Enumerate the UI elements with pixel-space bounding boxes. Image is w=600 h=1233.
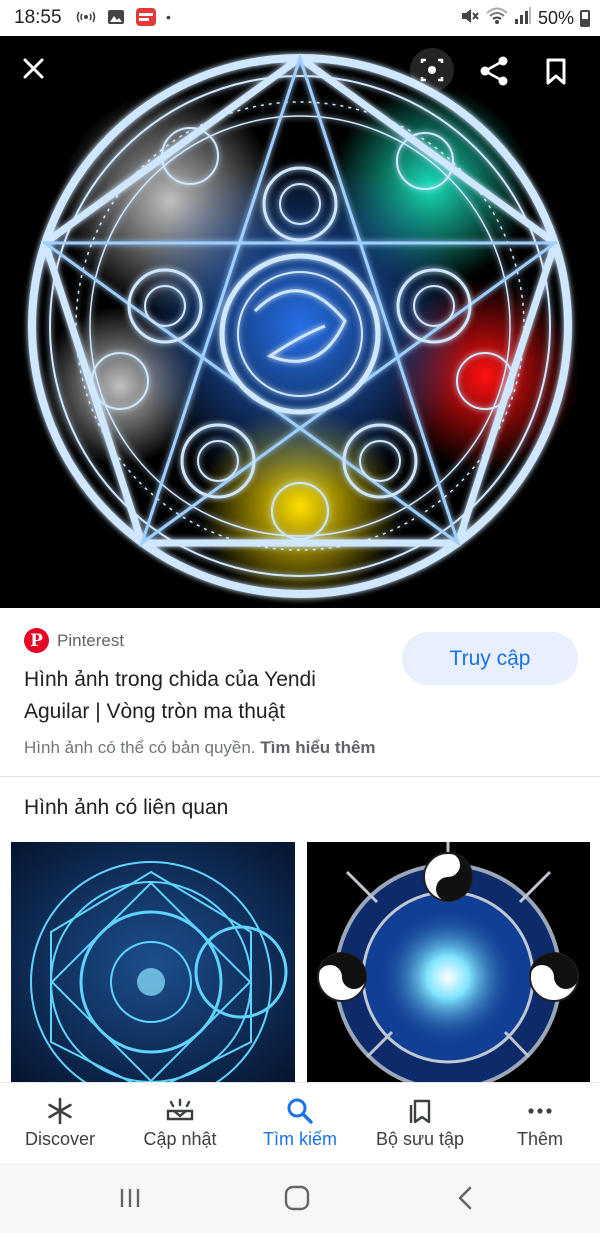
recents-icon[interactable] [110, 1183, 150, 1213]
magic-circle-pentagram-image[interactable] [0, 36, 600, 608]
image-title[interactable]: Hình ảnh trong chida của Yendi Aguilar |… [24, 664, 374, 728]
nav-label-discover: Discover [24, 1129, 95, 1149]
lens-icon[interactable] [410, 48, 454, 92]
collections-icon [405, 1097, 435, 1125]
back-icon[interactable] [445, 1183, 485, 1213]
nav-collections[interactable]: Bộ sưu tập [360, 1083, 480, 1163]
battery-level: 50% [537, 8, 574, 28]
nav-label-more: Thêm [516, 1129, 563, 1149]
wifi-calling-icon [76, 8, 96, 26]
copyright-notice: Hình ảnh có thể có bản quyền. Tìm hiểu t… [24, 738, 376, 758]
dot-icon: • [166, 9, 171, 25]
nav-discover[interactable]: Discover [0, 1083, 120, 1163]
bottom-navigation: Discover Cập nhật Tìm kiếm Bộ sưu tập Th… [0, 1082, 600, 1163]
pinterest-icon: P [24, 628, 49, 653]
status-icons-left: • [76, 8, 171, 26]
copyright-text: Hình ảnh có thể có bản quyền. [24, 738, 256, 757]
nav-label-search: Tìm kiếm [263, 1129, 337, 1149]
system-navigation-bar [0, 1163, 600, 1233]
home-icon[interactable] [277, 1183, 317, 1213]
source-name: Pinterest [57, 630, 125, 650]
source-row[interactable]: P Pinterest [24, 628, 124, 653]
status-time: 18:55 [14, 7, 62, 28]
yin-yang-magic-circle-image[interactable] [307, 842, 590, 1082]
nav-label-collections: Bộ sưu tập [375, 1129, 465, 1149]
battery-icon [580, 10, 590, 27]
pentagram-artwork [0, 36, 600, 608]
nav-updates[interactable]: Cập nhật [120, 1083, 240, 1163]
nav-search[interactable]: Tìm kiếm [240, 1083, 360, 1163]
status-icons-right: 50% [460, 7, 590, 30]
updates-icon [165, 1097, 195, 1125]
signal-icon [514, 7, 532, 30]
nav-more[interactable]: Thêm [480, 1083, 600, 1163]
visit-button[interactable]: Truy cập [402, 632, 578, 685]
blue-magic-circle-image[interactable] [11, 842, 295, 1082]
more-icon [525, 1097, 555, 1125]
gallery-icon [106, 8, 126, 26]
nav-label-updates: Cập nhật [143, 1129, 217, 1149]
related-images-heading: Hình ảnh có liên quan [24, 796, 229, 819]
learn-more-link[interactable]: Tìm hiểu thêm [260, 738, 375, 757]
wifi-icon [486, 7, 508, 30]
status-bar: 18:55 • 50% [0, 0, 600, 36]
blue-magic-circle-artwork [11, 842, 295, 1082]
yin-yang-magic-circle-artwork [307, 842, 590, 1082]
mute-icon [460, 7, 480, 30]
mangatoon-icon [136, 8, 156, 26]
search-icon [285, 1097, 315, 1125]
asterisk-icon [45, 1097, 75, 1125]
